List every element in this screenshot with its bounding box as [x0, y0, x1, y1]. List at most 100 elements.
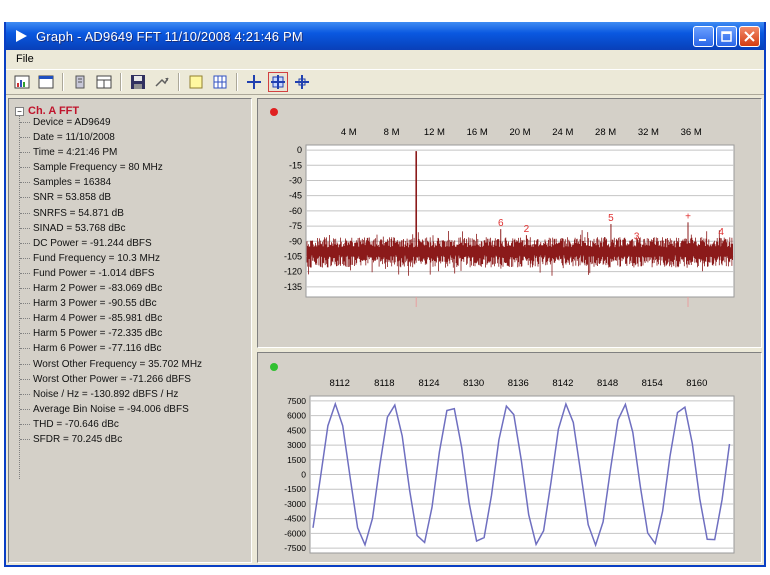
- tree-item[interactable]: Worst Other Power = -71.266 dBFS: [20, 372, 202, 387]
- x-tick-label: 8130: [463, 378, 484, 389]
- y-tick-label: -45: [289, 191, 302, 201]
- export-icon: [155, 77, 169, 87]
- window-icon: [38, 75, 54, 89]
- zoom-box-button[interactable]: [268, 72, 288, 92]
- x-tick-label: 8118: [374, 378, 394, 389]
- tree-item[interactable]: Fund Power = -1.014 dBFS: [20, 266, 202, 281]
- y-tick-label: -135: [284, 282, 302, 292]
- y-tick-label: 0: [297, 145, 302, 155]
- y-tick-label: 6000: [287, 411, 306, 421]
- tree-item[interactable]: Noise / Hz = -130.892 dBFS / Hz: [20, 387, 202, 402]
- toolbar-separator: [236, 73, 238, 91]
- tree-item[interactable]: Average Bin Noise = -94.006 dBFS: [20, 402, 202, 417]
- tree-item[interactable]: Harm 2 Power = -83.069 dBc: [20, 281, 202, 296]
- x-tick-label: 8148: [597, 378, 618, 389]
- fft-plot-panel[interactable]: 0 -15 -30 -45 -60 -75 -90 -105 -120 -135 4 M 8 M 12 …: [257, 98, 762, 348]
- y-tick-label: -60: [289, 206, 302, 216]
- y-tick-label: -1500: [284, 484, 306, 494]
- y-tick-label: 3000: [287, 440, 306, 450]
- tree-item[interactable]: Device = AD9649: [20, 115, 202, 130]
- marker-button[interactable]: [70, 72, 90, 92]
- title-bar[interactable]: Graph - AD9649 FFT 11/10/2008 4:21:46 PM: [6, 22, 764, 50]
- tree-item[interactable]: Sample Frequency = 80 MHz: [20, 160, 202, 175]
- save-icon: [131, 75, 145, 89]
- y-tick-label: 0: [301, 470, 306, 480]
- chart-button[interactable]: [12, 72, 32, 92]
- tree-item[interactable]: Harm 5 Power = -72.335 dBc: [20, 326, 202, 341]
- table-button[interactable]: [94, 72, 114, 92]
- tree-item[interactable]: Harm 6 Power = -77.116 dBc: [20, 341, 202, 356]
- grid-icon: [213, 75, 227, 89]
- minimize-button[interactable]: [693, 26, 714, 47]
- y-tick-label: 1500: [287, 455, 306, 465]
- tree-item[interactable]: SNRFS = 54.871 dB: [20, 206, 202, 221]
- time-plot-panel[interactable]: 7500 6000 4500 3000 1500 0 -1500 -3000 -4500 -600…: [257, 352, 762, 563]
- zoom-icon: [247, 75, 261, 89]
- maximize-icon: [721, 31, 732, 42]
- harmonic-label: +: [685, 211, 691, 222]
- y-tick-label: -90: [289, 236, 302, 246]
- tree-item[interactable]: Fund Frequency = 10.3 MHz: [20, 251, 202, 266]
- y-tick-label: -4500: [284, 514, 306, 524]
- export-button[interactable]: [152, 72, 172, 92]
- tree-item[interactable]: Date = 11/10/2008: [20, 130, 202, 145]
- tree-item[interactable]: SINAD = 53.768 dBc: [20, 221, 202, 236]
- y-tick-label: -75: [289, 221, 302, 231]
- tree-item[interactable]: Harm 4 Power = -85.981 dBc: [20, 311, 202, 326]
- maximize-button[interactable]: [716, 26, 737, 47]
- toolbar-separator: [178, 73, 180, 91]
- y-tick-label: -3000: [284, 499, 306, 509]
- x-tick-label: 16 M: [467, 127, 488, 138]
- toolbar-separator: [62, 73, 64, 91]
- harmonic-label: 2: [524, 224, 530, 235]
- harmonic-label: 6: [498, 218, 504, 229]
- minimize-icon: [699, 39, 706, 41]
- pan-button[interactable]: [292, 72, 312, 92]
- x-tick-label: 36 M: [681, 127, 702, 138]
- x-tick-label: 12 M: [424, 127, 445, 138]
- graph-window: Graph - AD9649 FFT 11/10/2008 4:21:46 PM…: [4, 22, 766, 567]
- save-button[interactable]: [128, 72, 148, 92]
- harmonic-label: 3: [634, 231, 640, 242]
- y-tick-label: -6000: [284, 528, 306, 538]
- x-tick-label: 20 M: [509, 127, 530, 138]
- zoom-button[interactable]: [244, 72, 264, 92]
- tree-item[interactable]: SFDR = 70.245 dBc: [20, 432, 202, 447]
- note-icon: [189, 75, 203, 89]
- fft-chart[interactable]: 0 -15 -30 -45 -60 -75 -90 -105 -120 -135 4 M 8 M 12 …: [258, 99, 761, 347]
- close-button[interactable]: [739, 26, 760, 47]
- tree-item[interactable]: DC Power = -91.244 dBFS: [20, 236, 202, 251]
- x-tick-label: 32 M: [638, 127, 659, 138]
- menu-file[interactable]: File: [12, 53, 38, 65]
- note-button[interactable]: [186, 72, 206, 92]
- y-tick-label: 7500: [287, 396, 306, 406]
- results-tree[interactable]: − Ch. A FFT Device = AD9649 Date = 11/10/…: [8, 98, 252, 563]
- marker-icon: [75, 75, 85, 89]
- x-tick-label: 8142: [552, 378, 573, 389]
- x-tick-label: 8 M: [384, 127, 400, 138]
- table-icon: [96, 75, 112, 89]
- x-tick-label: 8112: [330, 378, 350, 389]
- status-led-red: [270, 108, 278, 116]
- menu-bar: File: [6, 50, 764, 68]
- tree-item[interactable]: THD = -70.646 dBc: [20, 417, 202, 432]
- play-icon: [16, 30, 27, 42]
- zoom-box-icon: [271, 75, 285, 89]
- window-button[interactable]: [36, 72, 56, 92]
- tree-item[interactable]: SNR = 53.858 dB: [20, 190, 202, 205]
- grid-button[interactable]: [210, 72, 230, 92]
- y-tick-label: 4500: [287, 425, 306, 435]
- tree-item[interactable]: Time = 4:21:46 PM: [20, 145, 202, 160]
- x-tick-label: 8160: [686, 378, 707, 389]
- x-tick-label: 8136: [508, 378, 529, 389]
- harmonic-label: 4: [718, 227, 724, 238]
- plot-area: [305, 144, 735, 298]
- status-led-green: [270, 363, 278, 371]
- time-chart[interactable]: 7500 6000 4500 3000 1500 0 -1500 -3000 -4500 -600…: [258, 353, 761, 562]
- tree-item[interactable]: Samples = 16384: [20, 175, 202, 190]
- chart-icon: [14, 75, 30, 89]
- x-tick-label: 4 M: [341, 127, 357, 138]
- tree-item[interactable]: Worst Other Frequency = 35.702 MHz: [20, 357, 202, 372]
- y-tick-label: -15: [289, 160, 302, 170]
- tree-item[interactable]: Harm 3 Power = -90.55 dBc: [20, 296, 202, 311]
